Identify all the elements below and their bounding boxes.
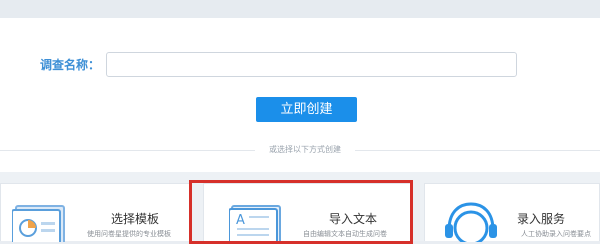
divider-line-right (355, 150, 600, 151)
option-desc-template: 使用问卷星提供的专业模板 (87, 230, 171, 238)
option-card-template[interactable]: 选择模板 使用问卷星提供的专业模板 (0, 183, 192, 242)
option-title-input-service: 录入服务 (517, 212, 566, 226)
svg-text:A: A (236, 213, 245, 228)
option-card-import-text[interactable]: A 导入文本 自由编辑文本自动生成问卷 (203, 183, 413, 242)
survey-name-input[interactable] (106, 52, 517, 77)
headset-icon (445, 202, 497, 242)
survey-name-label: 调查名称： (40, 58, 101, 72)
option-desc-import-text: 自由编辑文本自动生成问卷 (303, 230, 387, 238)
template-icon (12, 205, 65, 242)
import-text-icon: A (229, 205, 281, 242)
create-now-button[interactable]: 立即创建 (256, 97, 357, 122)
option-desc-input-service: 人工协助录入问卷要点 (521, 230, 591, 238)
option-title-template: 选择模板 (111, 212, 160, 226)
option-card-input-service[interactable]: 录入服务 人工协助录入问卷要点 (424, 183, 600, 242)
divider-text: 或选择以下方式创建 (269, 145, 341, 154)
top-band (0, 0, 600, 18)
option-title-import-text: 导入文本 (329, 212, 378, 226)
divider-line-left (0, 150, 255, 151)
